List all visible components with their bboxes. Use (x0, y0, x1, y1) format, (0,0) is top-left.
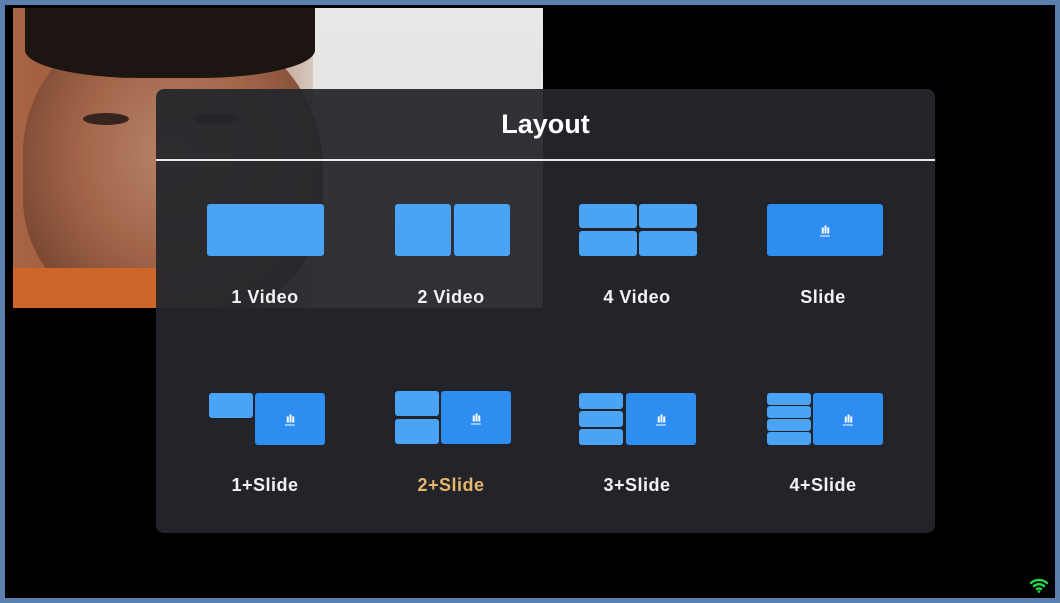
layout-option-2-video[interactable]: 2 Video (371, 203, 531, 333)
layout-option-4-slide[interactable]: ılı 4+Slide (743, 391, 903, 521)
title-divider (156, 159, 935, 161)
three-plus-slide-layout-icon: ılı (577, 391, 697, 447)
bar-chart-icon: ılı (842, 412, 854, 426)
two-plus-slide-layout-icon: ılı (391, 391, 511, 447)
layout-panel: Layout 1 Video 2 Video 4 Video ılı Slide… (156, 89, 935, 533)
layout-option-1-slide[interactable]: ılı 1+Slide (185, 391, 345, 521)
one-plus-slide-layout-icon: ılı (205, 391, 325, 447)
layout-option-4-video[interactable]: 4 Video (557, 203, 717, 333)
layout-option-label: 3+Slide (603, 475, 671, 495)
video-call-window: Layout 1 Video 2 Video 4 Video ılı Slide… (0, 0, 1060, 603)
layout-option-label: 2 Video (417, 287, 485, 307)
four-video-layout-icon (577, 203, 697, 259)
two-video-layout-icon (391, 203, 511, 259)
bar-chart-icon: ılı (470, 411, 482, 424)
panel-title: Layout (501, 109, 590, 139)
layout-option-label: 4+Slide (789, 475, 857, 495)
bar-chart-icon: ılı (284, 412, 296, 426)
layout-option-1-video[interactable]: 1 Video (185, 203, 345, 333)
layout-option-label: 4 Video (603, 287, 671, 307)
layout-option-label: 1+Slide (231, 475, 299, 495)
single-video-layout-icon (205, 203, 325, 259)
layout-option-slide[interactable]: ılı Slide (743, 203, 903, 333)
layout-option-3-slide[interactable]: ılı 3+Slide (557, 391, 717, 521)
layout-option-label: Slide (800, 287, 846, 307)
layout-option-label: 2+Slide (417, 475, 485, 495)
layout-option-2-slide[interactable]: ılı 2+Slide (371, 391, 531, 521)
bar-chart-icon: ılı (819, 223, 831, 237)
slide-layout-icon: ılı (763, 203, 883, 259)
layout-option-label: 1 Video (231, 287, 299, 307)
bar-chart-icon: ılı (655, 412, 667, 426)
four-plus-slide-layout-icon: ılı (763, 391, 883, 447)
wifi-signal-icon (1029, 578, 1049, 593)
